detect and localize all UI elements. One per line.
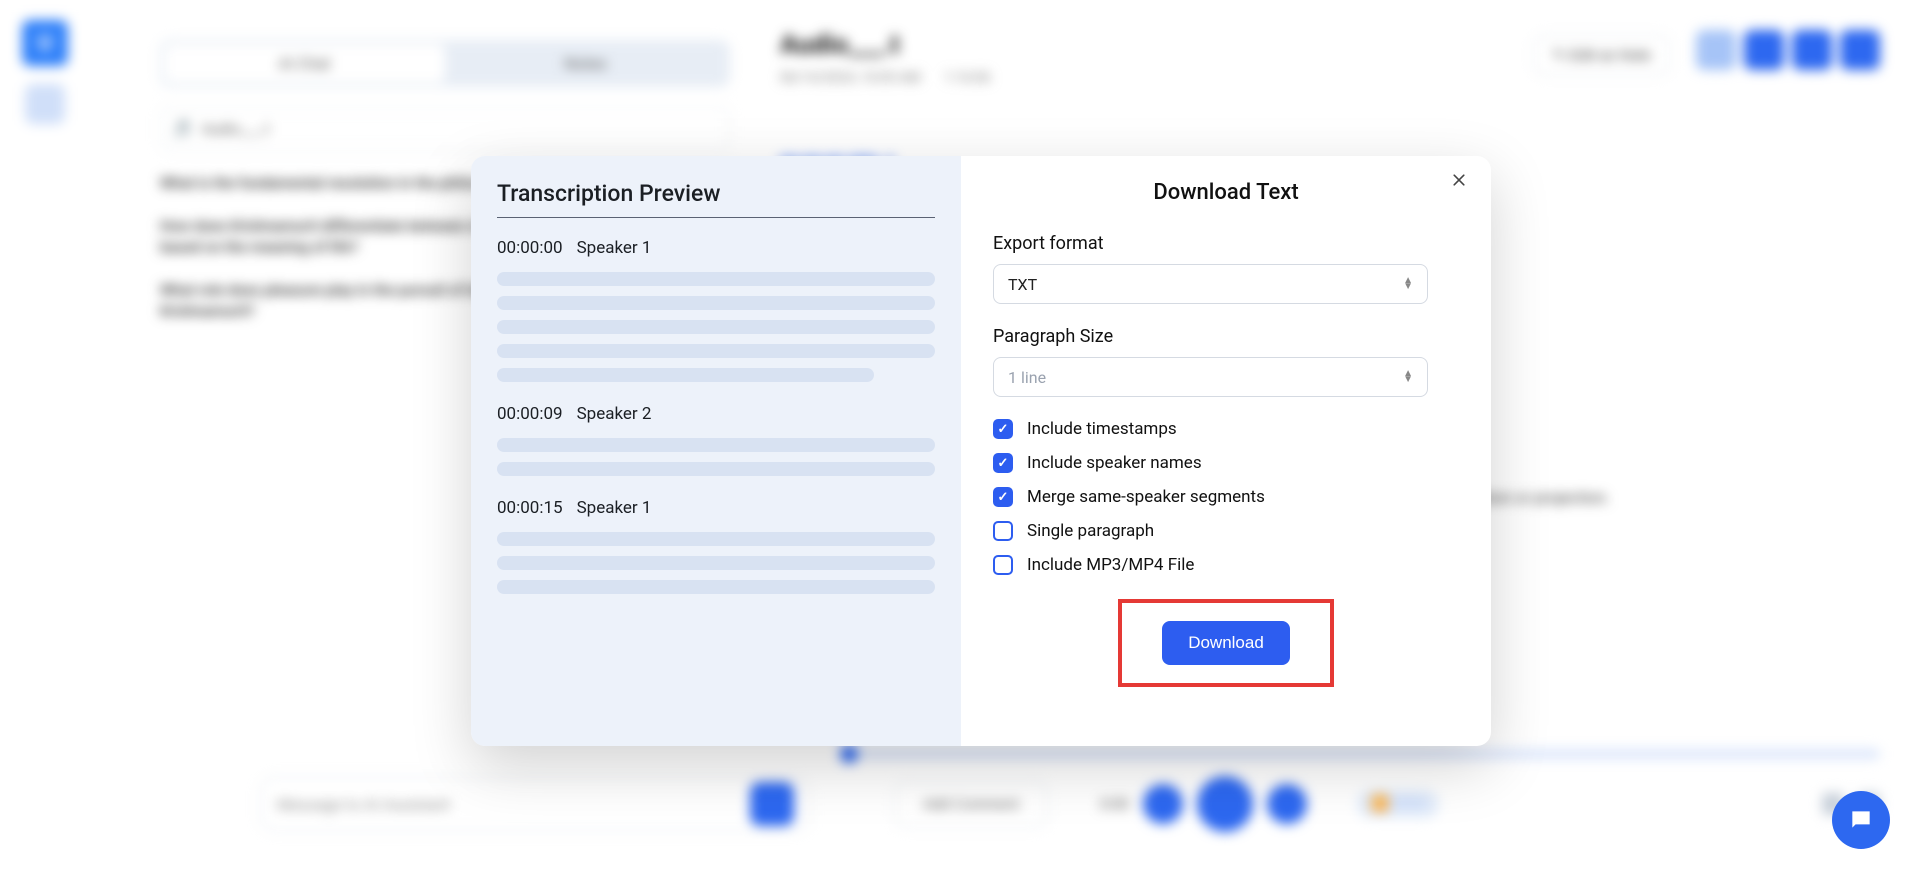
segment-time: 00:00:09 bbox=[497, 404, 563, 424]
chevron-updown-icon: ▲▼ bbox=[1403, 371, 1413, 383]
close-icon[interactable] bbox=[1451, 172, 1471, 192]
download-highlight-annotation: Download bbox=[1118, 599, 1334, 687]
segment-time: 00:00:15 bbox=[497, 498, 563, 518]
checkbox-icon[interactable] bbox=[993, 487, 1013, 507]
checkbox-icon[interactable] bbox=[993, 419, 1013, 439]
export-format-select[interactable]: TXT ▲▼ bbox=[993, 264, 1428, 304]
export-format-label: Export format bbox=[993, 233, 1459, 254]
segment-speaker: Speaker 2 bbox=[577, 404, 652, 424]
modal-title: Download Text bbox=[993, 180, 1459, 205]
checkbox-icon[interactable] bbox=[993, 521, 1013, 541]
paragraph-size-value: 1 line bbox=[1008, 368, 1046, 387]
download-text-modal: Transcription Preview 00:00:00 Speaker 1… bbox=[471, 156, 1491, 746]
option-label: Single paragraph bbox=[1027, 521, 1154, 541]
checkbox-icon[interactable] bbox=[993, 453, 1013, 473]
transcription-preview-panel: Transcription Preview 00:00:00 Speaker 1… bbox=[471, 156, 961, 746]
modal-overlay: Transcription Preview 00:00:00 Speaker 1… bbox=[0, 0, 1920, 879]
option-label: Include MP3/MP4 File bbox=[1027, 555, 1194, 575]
option-label: Include timestamps bbox=[1027, 419, 1177, 439]
download-button[interactable]: Download bbox=[1162, 621, 1290, 665]
option-include-speaker-names[interactable]: Include speaker names bbox=[993, 453, 1459, 473]
option-merge-segments[interactable]: Merge same-speaker segments bbox=[993, 487, 1459, 507]
preview-segment-1: 00:00:09 Speaker 2 bbox=[497, 404, 935, 486]
paragraph-size-label: Paragraph Size bbox=[993, 326, 1459, 347]
option-include-media[interactable]: Include MP3/MP4 File bbox=[993, 555, 1459, 575]
paragraph-size-select[interactable]: 1 line ▲▼ bbox=[993, 357, 1428, 397]
segment-time: 00:00:00 bbox=[497, 238, 563, 258]
preview-segment-0: 00:00:00 Speaker 1 bbox=[497, 238, 935, 392]
option-single-paragraph[interactable]: Single paragraph bbox=[993, 521, 1459, 541]
option-label: Merge same-speaker segments bbox=[1027, 487, 1265, 507]
preview-segment-2: 00:00:15 Speaker 1 bbox=[497, 498, 935, 604]
option-include-timestamps[interactable]: Include timestamps bbox=[993, 419, 1459, 439]
export-options: Include timestamps Include speaker names… bbox=[993, 419, 1459, 575]
option-label: Include speaker names bbox=[1027, 453, 1202, 473]
segment-speaker: Speaker 1 bbox=[577, 498, 652, 518]
preview-title: Transcription Preview bbox=[497, 180, 935, 218]
chat-fab[interactable] bbox=[1832, 791, 1890, 849]
chevron-updown-icon: ▲▼ bbox=[1403, 278, 1413, 290]
segment-speaker: Speaker 1 bbox=[577, 238, 652, 258]
download-options-panel: Download Text Export format TXT ▲▼ Parag… bbox=[961, 156, 1491, 746]
export-format-value: TXT bbox=[1008, 275, 1037, 294]
checkbox-icon[interactable] bbox=[993, 555, 1013, 575]
